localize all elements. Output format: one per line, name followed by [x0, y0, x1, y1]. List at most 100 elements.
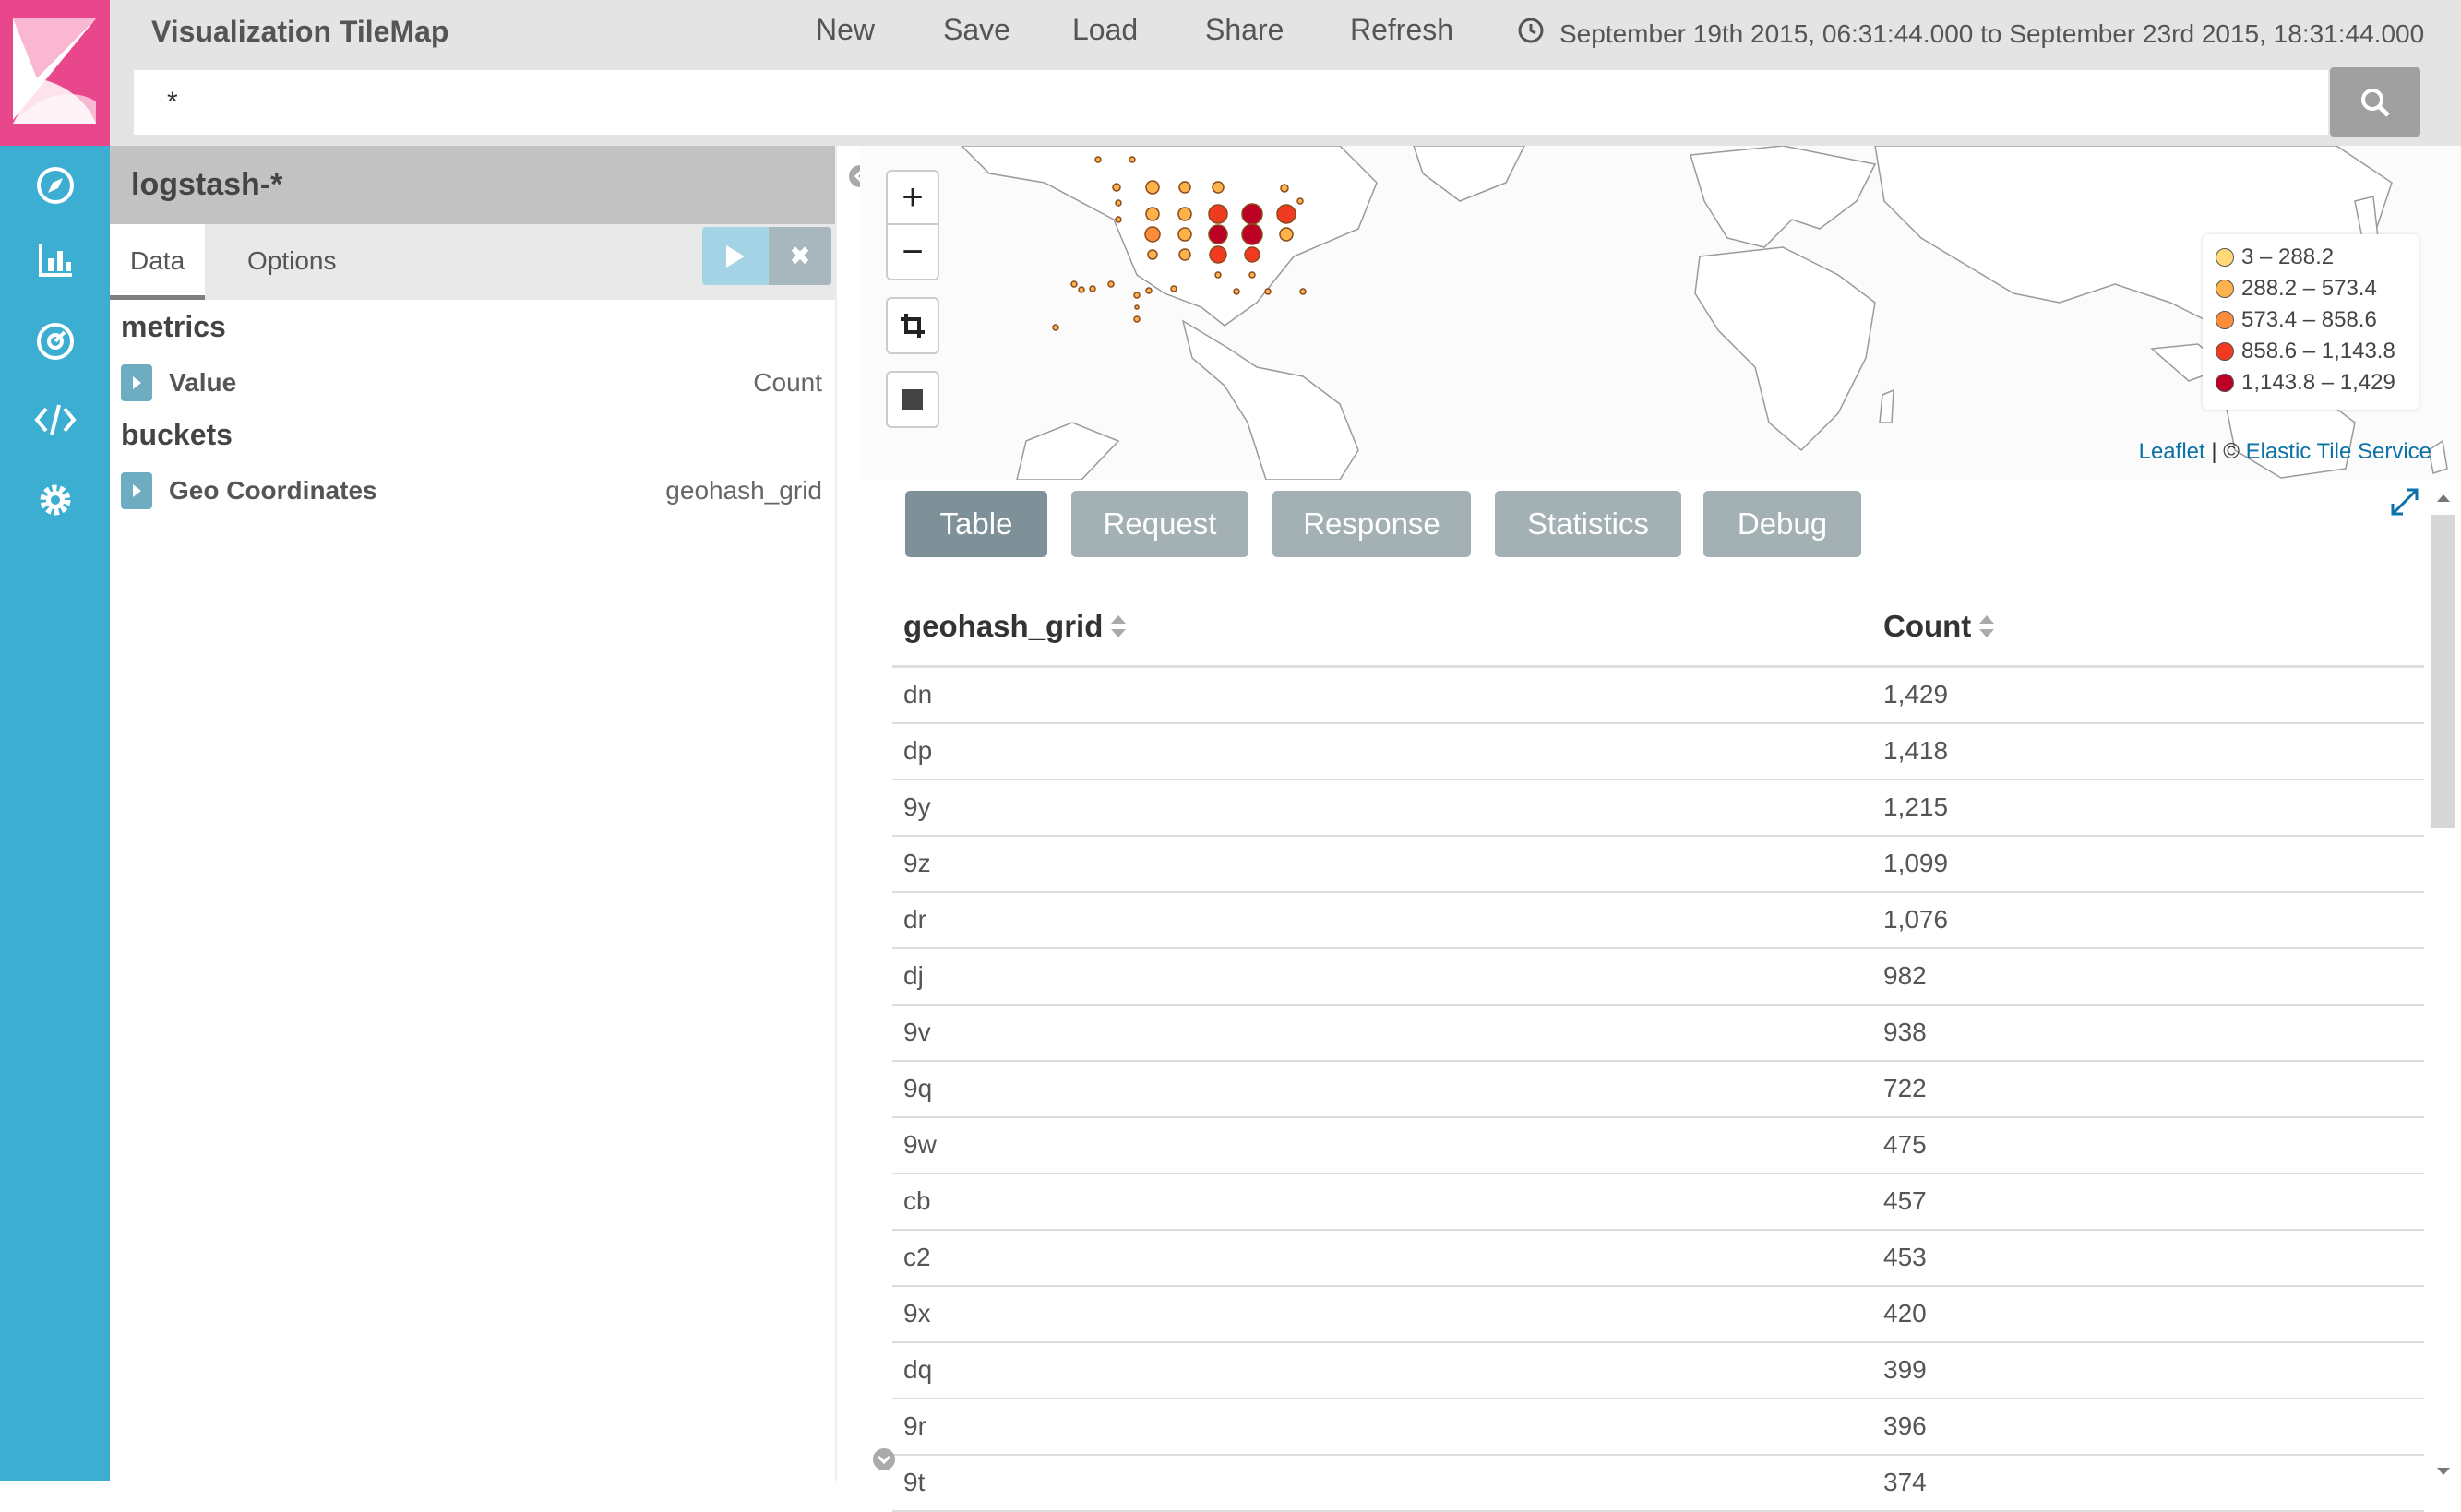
legend-swatch: [2216, 280, 2234, 298]
tab-options[interactable]: Options: [227, 224, 357, 300]
table-row: dj 982: [892, 949, 2424, 1006]
table-row: 9q 722: [892, 1062, 2424, 1118]
cell-count: 982: [1883, 961, 1927, 990]
map-attribution: Leaflet | © Elastic Tile Service: [2139, 439, 2431, 465]
legend-item: 1,143.8 – 1,429: [2216, 367, 2406, 399]
table-row: 9r 396: [892, 1399, 2424, 1456]
legend-swatch: [2216, 248, 2234, 267]
cell-count: 475: [1883, 1130, 1927, 1159]
crop-icon: [888, 299, 938, 352]
new-button[interactable]: New: [816, 13, 875, 47]
table-row: 9t 374: [892, 1456, 2424, 1512]
table-row: dr 1,076: [892, 893, 2424, 949]
table-row: dq 399: [892, 1343, 2424, 1399]
spy-tab-statistics[interactable]: Statistics: [1495, 491, 1681, 557]
metric-agg-row[interactable]: Value Count: [121, 364, 828, 401]
expand-toggle[interactable]: [121, 472, 152, 509]
search-input[interactable]: [134, 70, 2328, 135]
spy-tab-request[interactable]: Request: [1071, 491, 1248, 557]
sort-icon: [1111, 615, 1127, 637]
table-row: dn 1,429: [892, 668, 2424, 724]
zoom-out-button[interactable]: −: [888, 225, 938, 279]
buckets-heading: buckets: [121, 418, 233, 451]
expand-toggle[interactable]: [121, 364, 152, 401]
kibana-logo[interactable]: [0, 0, 110, 146]
legend-item: 288.2 – 573.4: [2216, 273, 2406, 304]
refresh-button[interactable]: Refresh: [1350, 13, 1453, 47]
spy-tab-debug[interactable]: Debug: [1703, 491, 1861, 557]
scrollbar[interactable]: [2430, 489, 2457, 1481]
save-button[interactable]: Save: [943, 13, 1010, 47]
metrics-heading: metrics: [121, 310, 226, 343]
square-icon: [888, 373, 938, 426]
table-row: 9y 1,215: [892, 780, 2424, 837]
cell-count: 1,099: [1883, 849, 1949, 877]
caret-right-icon: [133, 484, 141, 497]
draw-rectangle-button[interactable]: [886, 371, 939, 428]
cell-geohash: 9z: [903, 849, 931, 877]
column-header-count[interactable]: Count: [1883, 609, 1995, 644]
cell-count: 396: [1883, 1411, 1927, 1440]
table-row: 9z 1,099: [892, 837, 2424, 893]
cell-count: 938: [1883, 1018, 1927, 1046]
discover-icon[interactable]: [0, 153, 110, 218]
chevron-down-icon: [873, 1448, 895, 1470]
bucket-type: geohash_grid: [665, 476, 822, 505]
table-header: geohash_grid Count: [892, 609, 2424, 668]
index-pattern-title: logstash-*: [110, 146, 835, 224]
sort-icon: [1979, 615, 1995, 637]
search-icon: [2361, 88, 2390, 117]
collapse-table-button[interactable]: [871, 1447, 897, 1477]
apply-changes-button[interactable]: [702, 227, 769, 285]
visualize-icon[interactable]: [0, 228, 110, 292]
cell-geohash: cb: [903, 1186, 931, 1215]
load-button[interactable]: Load: [1072, 13, 1138, 47]
share-button[interactable]: Share: [1205, 13, 1284, 47]
expand-panel-button[interactable]: [2390, 487, 2419, 521]
leaflet-link[interactable]: Leaflet: [2139, 439, 2205, 464]
spy-tab-response[interactable]: Response: [1272, 491, 1471, 557]
table-row: c2 453: [892, 1231, 2424, 1287]
dashboard-icon[interactable]: [0, 309, 110, 374]
cell-count: 1,215: [1883, 792, 1949, 821]
fit-bounds-button[interactable]: [886, 297, 939, 354]
tile-service-link[interactable]: Elastic Tile Service: [2246, 439, 2431, 464]
cell-count: 453: [1883, 1243, 1927, 1271]
scroll-thumb[interactable]: [2431, 515, 2455, 828]
scroll-down-icon: [2437, 1468, 2450, 1475]
page-title: Visualization TileMap: [151, 15, 449, 48]
attribution-separator: | ©: [2204, 439, 2246, 464]
tile-map[interactable]: + − 3 – 288.2 288.2 – 573.4 573.4 – 858.…: [860, 146, 2461, 480]
discard-changes-button[interactable]: ✖: [769, 227, 831, 285]
cell-geohash: dp: [903, 736, 933, 765]
caret-right-icon: [133, 376, 141, 389]
cell-geohash: 9x: [903, 1299, 931, 1327]
bucket-agg-row[interactable]: Geo Coordinates geohash_grid: [121, 472, 828, 509]
zoom-in-button[interactable]: +: [888, 172, 938, 225]
legend-swatch: [2216, 311, 2234, 329]
table-row: 9x 420: [892, 1287, 2424, 1343]
data-table: geohash_grid Count dn 1,429 dp 1,418 9y 1,215…: [892, 609, 2424, 1512]
column-header-geohash[interactable]: geohash_grid: [903, 609, 1127, 644]
table-row: 9v 938: [892, 1006, 2424, 1062]
cell-count: 1,418: [1883, 736, 1949, 765]
spy-tab-table[interactable]: Table: [905, 491, 1047, 557]
dev-tools-icon[interactable]: [0, 387, 110, 452]
cell-count: 1,429: [1883, 680, 1949, 708]
scroll-up-icon: [2437, 494, 2450, 502]
table-body: dn 1,429 dp 1,418 9y 1,215 9z 1,099 dr 1,076 dj 982…: [892, 668, 2424, 1512]
cell-count: 399: [1883, 1355, 1927, 1384]
search-button[interactable]: [2330, 67, 2420, 137]
legend-item: 858.6 – 1,143.8: [2216, 336, 2406, 367]
tab-data[interactable]: Data: [110, 224, 206, 300]
zoom-control: + −: [886, 170, 939, 280]
cell-geohash: dj: [903, 961, 924, 990]
settings-icon[interactable]: [0, 468, 110, 532]
time-picker[interactable]: September 19th 2015, 06:31:44.000 to Sep…: [1517, 17, 2424, 51]
cell-count: 1,076: [1883, 905, 1949, 934]
close-icon: ✖: [789, 242, 811, 270]
cell-count: 722: [1883, 1074, 1927, 1102]
bucket-name: Geo Coordinates: [169, 476, 377, 505]
legend-swatch: [2216, 342, 2234, 361]
cell-geohash: dn: [903, 680, 933, 708]
